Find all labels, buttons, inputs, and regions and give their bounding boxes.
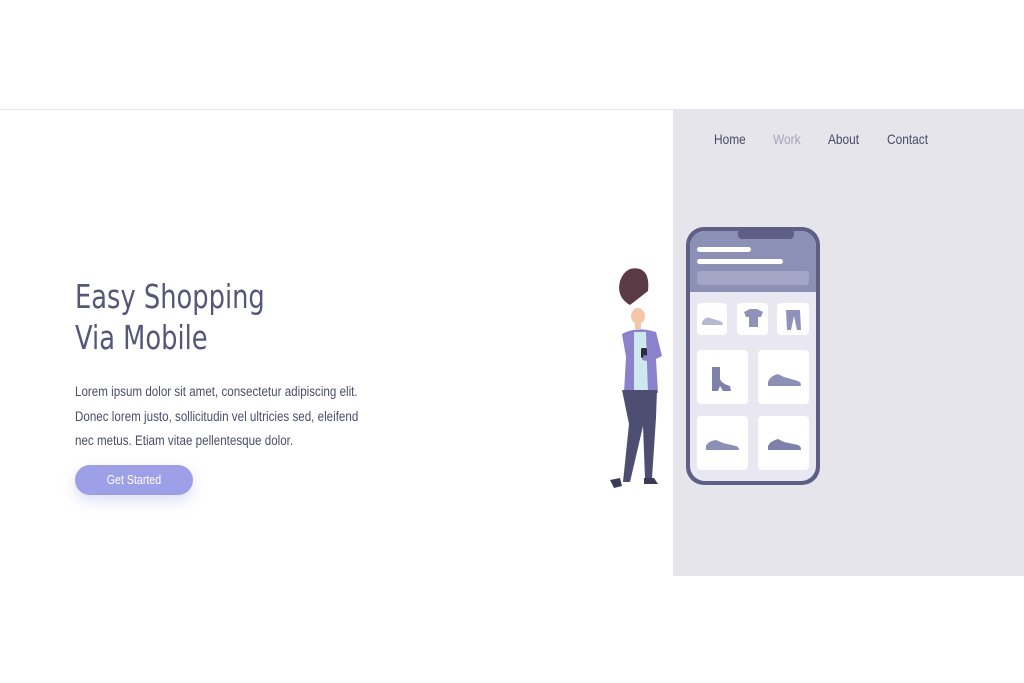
hero-title-line-1: Easy Shopping: [75, 277, 265, 316]
landing-page: Home Work About Contact Easy Shopping Vi…: [0, 0, 1024, 683]
woman-figure: [610, 268, 662, 488]
hero-description-line-1: Lorem ipsum dolor sit amet, consectetur …: [75, 384, 358, 399]
nav-contact-link[interactable]: Contact: [887, 131, 928, 147]
hero-title-line-2: Via Mobile: [75, 318, 208, 357]
hero-description-line-3: nec metus. Etiam vitae pellentesque dolo…: [75, 433, 294, 448]
hero-title: Easy Shopping Via Mobile: [75, 276, 265, 358]
get-started-button[interactable]: Get Started: [75, 465, 193, 495]
hero-description: Lorem ipsum dolor sit amet, consectetur …: [75, 380, 367, 454]
phone-illustration: [686, 227, 820, 485]
get-started-label: Get Started: [106, 473, 162, 487]
nav-about-link[interactable]: About: [828, 131, 859, 147]
nav-work-link[interactable]: Work: [773, 131, 801, 147]
hero-description-line-2: Donec lorem justo, sollicitudin vel ultr…: [75, 408, 359, 424]
nav-home-link[interactable]: Home: [714, 131, 746, 147]
woman-shopping-on-phone-illustration: [610, 227, 820, 488]
